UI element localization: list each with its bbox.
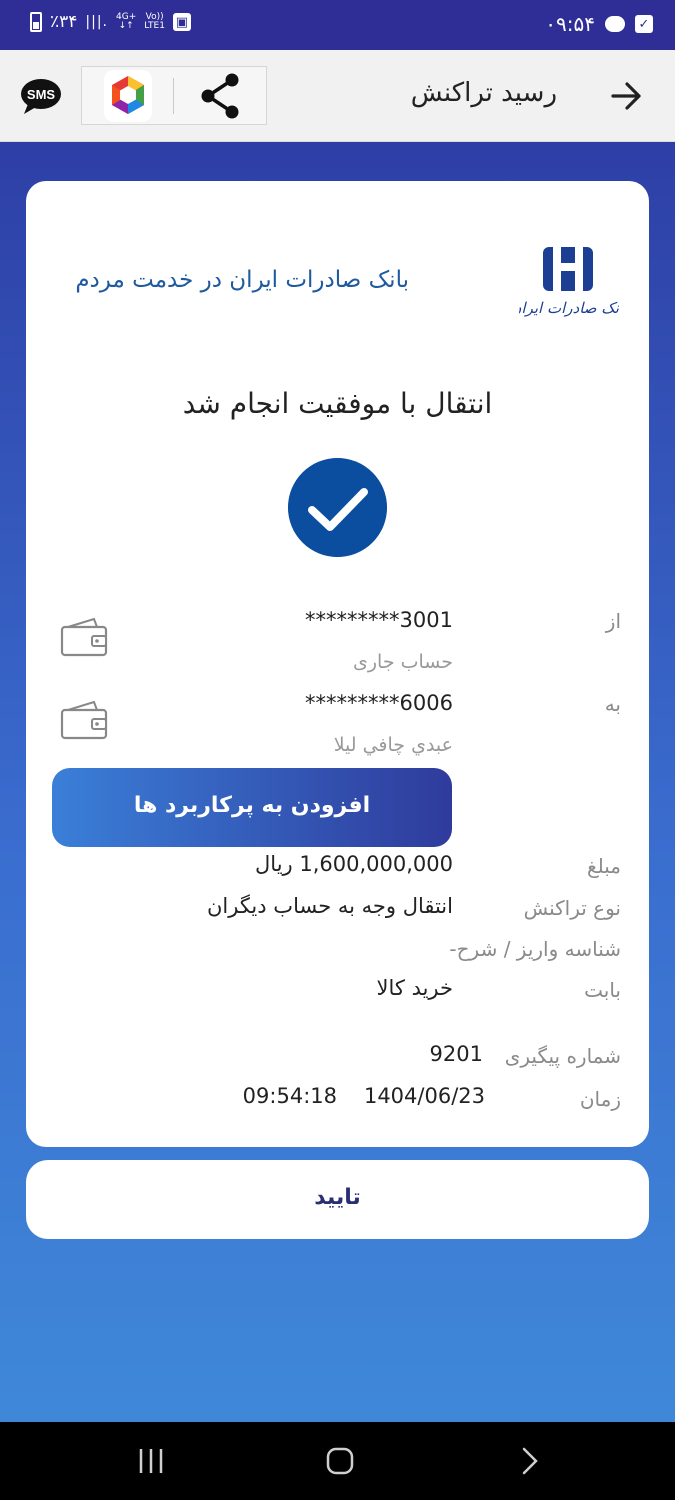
confirm-button[interactable]: تایید	[26, 1160, 649, 1239]
from-account-type: حساب جاری	[353, 651, 453, 673]
system-nav-bar	[0, 1422, 675, 1500]
deposit-id-label: شناسه واریز / شرح-	[449, 937, 621, 961]
app-header: رسید تراکنش SMS	[0, 50, 675, 142]
purpose-label: بابت	[584, 978, 621, 1002]
app-logo-icon[interactable]	[104, 70, 152, 122]
amount-label: مبلغ	[586, 854, 621, 878]
transaction-type-value: انتقال وجه به حساب دیگران	[206, 894, 453, 918]
transaction-date: 1404/06/23	[363, 1084, 485, 1108]
bank-slogan: بانک صادرات ایران در خدمت مردم	[75, 267, 409, 293]
purpose-value: خرید کالا	[376, 976, 453, 1000]
success-check-icon	[288, 458, 387, 557]
message-icon	[605, 16, 625, 32]
wallet-icon	[60, 700, 108, 740]
bank-saderat-logo: بانک صادرات ایران	[519, 247, 619, 317]
add-to-favorites-button[interactable]: افزودن به پرکاربرد ها	[52, 768, 452, 847]
battery-icon	[30, 12, 42, 32]
recent-apps-icon[interactable]	[136, 1446, 166, 1476]
checkbox-notification-icon: ✓	[635, 15, 653, 33]
page-title: رسید تراکنش	[410, 78, 557, 108]
to-account: *********6006	[305, 691, 453, 715]
receipt-card: بانک صادرات ایران بانک صادرات ایران در خ…	[26, 181, 649, 1147]
time-label: زمان	[579, 1087, 621, 1111]
status-time: ۰۹:۵۴	[545, 12, 595, 36]
tracking-number-label: شماره پیگیری	[504, 1044, 621, 1068]
to-account-owner: عبدي چافي ليلا	[333, 734, 453, 756]
from-label: از	[605, 609, 621, 633]
back-nav-icon[interactable]	[515, 1446, 545, 1476]
home-icon[interactable]	[325, 1446, 355, 1476]
transaction-clock: 09:54:18	[242, 1084, 337, 1108]
transaction-type-label: نوع تراکنش	[523, 896, 621, 920]
back-arrow-icon[interactable]	[609, 76, 645, 116]
amount-value: 1,600,000,000 ریال	[255, 852, 453, 876]
app-notification-icon: ▣	[172, 13, 191, 31]
svg-text:SMS: SMS	[27, 87, 56, 102]
volte-indicator: Vo)) LTE1	[144, 12, 165, 31]
network-indicator: 4G+ ↓↑	[116, 12, 137, 31]
share-icon[interactable]	[198, 70, 242, 120]
success-message: انتقال با موفقیت انجام شد	[182, 387, 493, 420]
svg-text:بانک صادرات ایران: بانک صادرات ایران	[519, 299, 619, 317]
sms-icon[interactable]: SMS	[20, 76, 62, 116]
status-bar: ۰۹:۵۴ ✓ ٪۳۴ |||. 4G+ ↓↑ Vo)) LTE1 ▣	[0, 0, 675, 50]
toolbar-divider	[173, 78, 174, 114]
wallet-icon	[60, 617, 108, 657]
from-account: *********3001	[305, 608, 453, 632]
battery-level: ٪۳۴	[50, 12, 78, 32]
signal-icon: |||.	[85, 14, 109, 30]
to-label: به	[604, 692, 621, 716]
tracking-number-value: 9201	[429, 1042, 483, 1066]
